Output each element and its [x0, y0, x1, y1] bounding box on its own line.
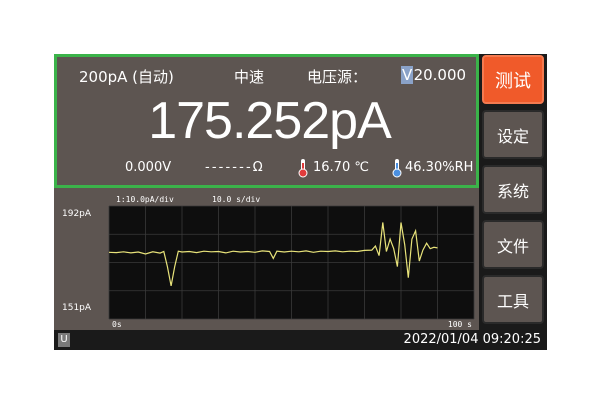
speed-indicator[interactable]: 中速 — [234, 66, 264, 87]
electrometer-screen: 200pA (自动) 中速 电压源： +20.000 V 175.252pA 0.… — [54, 54, 547, 350]
main-panel: 200pA (自动) 中速 电压源： +20.000 V 175.252pA 0.… — [54, 54, 479, 330]
y-axis-top-label: 192pA — [62, 209, 92, 219]
resistance-reading: - - - - - - - Ω — [205, 160, 263, 175]
info-row: 0.000V - - - - - - - Ω 16.70 ℃ 46.30%RH — [57, 158, 482, 178]
voltage-source-label: 电压源： — [307, 68, 368, 86]
temperature-reading: 16.70 ℃ — [313, 160, 369, 175]
usb-icon: U — [58, 333, 70, 347]
voltage-unit-cursor: V — [401, 66, 414, 84]
status-row: 200pA (自动) 中速 电压源： +20.000 V — [57, 66, 482, 88]
chart-header-right: 10.0 s/div — [212, 195, 260, 204]
humidity-reading: 46.30%RH — [405, 160, 474, 175]
main-reading: 175.252pA — [148, 92, 392, 150]
thermometer-icon — [298, 159, 308, 178]
trend-chart-svg: 1:10.0pA/div 10.0 s/div 192pA 151pA 0s 1… — [62, 195, 475, 329]
soft-key-column: 测试 设定 系统 文件 工具 — [482, 54, 547, 330]
x-axis-right-label: 100 s — [448, 320, 472, 329]
file-button[interactable]: 文件 — [482, 220, 544, 269]
chart-header-left: 1:10.0pA/div — [116, 195, 174, 204]
datetime: 2022/01/04 09:20:25 — [403, 332, 541, 347]
output-voltage: 0.000V — [125, 160, 172, 175]
system-button[interactable]: 系统 — [482, 165, 544, 214]
settings-button[interactable]: 设定 — [482, 110, 544, 159]
tools-button[interactable]: 工具 — [482, 275, 544, 324]
status-bar: U 2022/01/04 09:20:25 — [54, 330, 547, 350]
test-button[interactable]: 测试 — [482, 55, 544, 104]
measurement-display: 200pA (自动) 中速 电压源： +20.000 V 175.252pA 0.… — [54, 54, 479, 188]
x-axis-left-label: 0s — [112, 320, 122, 329]
range-indicator[interactable]: 200pA (自动) — [79, 66, 174, 87]
humidity-icon — [392, 159, 402, 178]
trend-chart: 1:10.0pA/div 10.0 s/div 192pA 151pA 0s 1… — [54, 188, 479, 330]
y-axis-bottom-label: 151pA — [62, 303, 92, 313]
